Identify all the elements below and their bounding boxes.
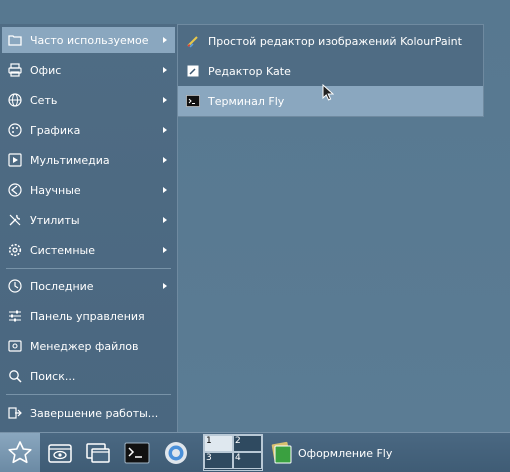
menu-item-label: Научные [30,183,81,197]
submenu-item-label: Простой редактор изображений KolourPaint [208,34,462,48]
file-manager-icon [8,339,22,353]
menu-separator [6,268,171,269]
chevron-right-icon [163,217,167,223]
clock-icon [8,279,22,293]
chevron-right-icon [163,247,167,253]
globe-icon [8,93,22,107]
desktop-1[interactable]: 1 [204,435,233,452]
menu-item-network[interactable]: Сеть [2,87,175,113]
chevron-right-icon [163,283,167,289]
printer-icon [8,63,22,77]
mouse-cursor-icon [322,84,334,101]
window-switcher-button[interactable] [82,437,114,469]
gear-icon [8,243,22,257]
menu-item-office[interactable]: Офис [2,57,175,83]
submenu-item-label: Терминал Fly [208,94,285,108]
menu-item-label: Графика [30,123,81,137]
menu-item-label: Поиск... [30,369,76,383]
logout-icon [8,406,22,420]
menu-item-multimedia[interactable]: Мультимедиа [2,147,175,173]
menu-item-file-manager[interactable]: Менеджер файлов [2,333,175,359]
menu-item-label: Часто используемое [30,33,149,47]
text-editor-icon [186,64,200,78]
eye-folder-icon [48,444,72,463]
chevron-right-icon [163,187,167,193]
terminal-icon [124,442,150,464]
submenu-item-kolourpaint[interactable]: Простой редактор изображений KolourPaint [178,26,483,56]
menu-item-label: Системные [30,243,95,257]
star-icon [8,440,32,463]
menu-item-label: Сеть [30,93,58,107]
menu-item-label: Панель управления [30,309,145,323]
media-play-icon [8,153,22,167]
menu-item-label: Офис [30,63,62,77]
sliders-icon [8,309,22,323]
start-menu: Часто используемое Офис Сеть Графика Мул… [0,24,178,432]
terminal-launcher-button[interactable] [121,437,153,469]
browser-icon [165,442,187,464]
menu-item-frequent[interactable]: Часто используемое [2,27,175,53]
submenu-item-kate[interactable]: Редактор Kate [178,56,483,86]
chevron-right-icon [163,37,167,43]
desktop-pager[interactable]: 1 2 3 4 [203,434,263,471]
desktop-4[interactable]: 4 [233,452,262,469]
menu-separator [6,394,171,395]
search-icon [8,369,22,383]
menu-item-label: Менеджер файлов [30,339,139,353]
menu-item-label: Последние [30,279,94,293]
chevron-right-icon [163,157,167,163]
menu-item-science[interactable]: Научные [2,177,175,203]
atom-icon [8,183,22,197]
taskbar-item-label: Оформление Fly [298,446,393,460]
show-desktop-button[interactable] [44,437,76,469]
paint-brush-icon [186,34,200,48]
menu-item-recent[interactable]: Последние [2,273,175,299]
theme-settings-icon [271,441,292,464]
start-button[interactable] [0,433,40,472]
browser-launcher-button[interactable] [160,437,192,469]
taskbar-item-fly-theme[interactable]: Оформление Fly [270,437,392,469]
submenu-frequent: Простой редактор изображений KolourPaint… [177,24,484,117]
terminal-icon [186,94,200,108]
menu-item-control-panel[interactable]: Панель управления [2,303,175,329]
menu-item-shutdown[interactable]: Завершение работы... [2,400,175,426]
menu-item-utilities[interactable]: Утилиты [2,207,175,233]
submenu-item-label: Редактор Kate [208,64,291,78]
menu-item-graphics[interactable]: Графика [2,117,175,143]
menu-item-system[interactable]: Системные [2,237,175,263]
chevron-right-icon [163,67,167,73]
menu-item-label: Мультимедиа [30,153,110,167]
tools-icon [8,213,22,227]
taskbar: 1 2 3 4 Оформление Fly [0,432,510,472]
chevron-right-icon [163,97,167,103]
menu-item-label: Утилиты [30,213,80,227]
chevron-right-icon [163,127,167,133]
menu-item-search[interactable]: Поиск... [2,363,175,389]
folder-icon [8,33,22,47]
palette-icon [8,123,22,137]
desktop-3[interactable]: 3 [204,452,233,469]
desktop-2[interactable]: 2 [233,435,262,452]
menu-item-label: Завершение работы... [30,406,159,420]
windows-icon [86,443,110,463]
